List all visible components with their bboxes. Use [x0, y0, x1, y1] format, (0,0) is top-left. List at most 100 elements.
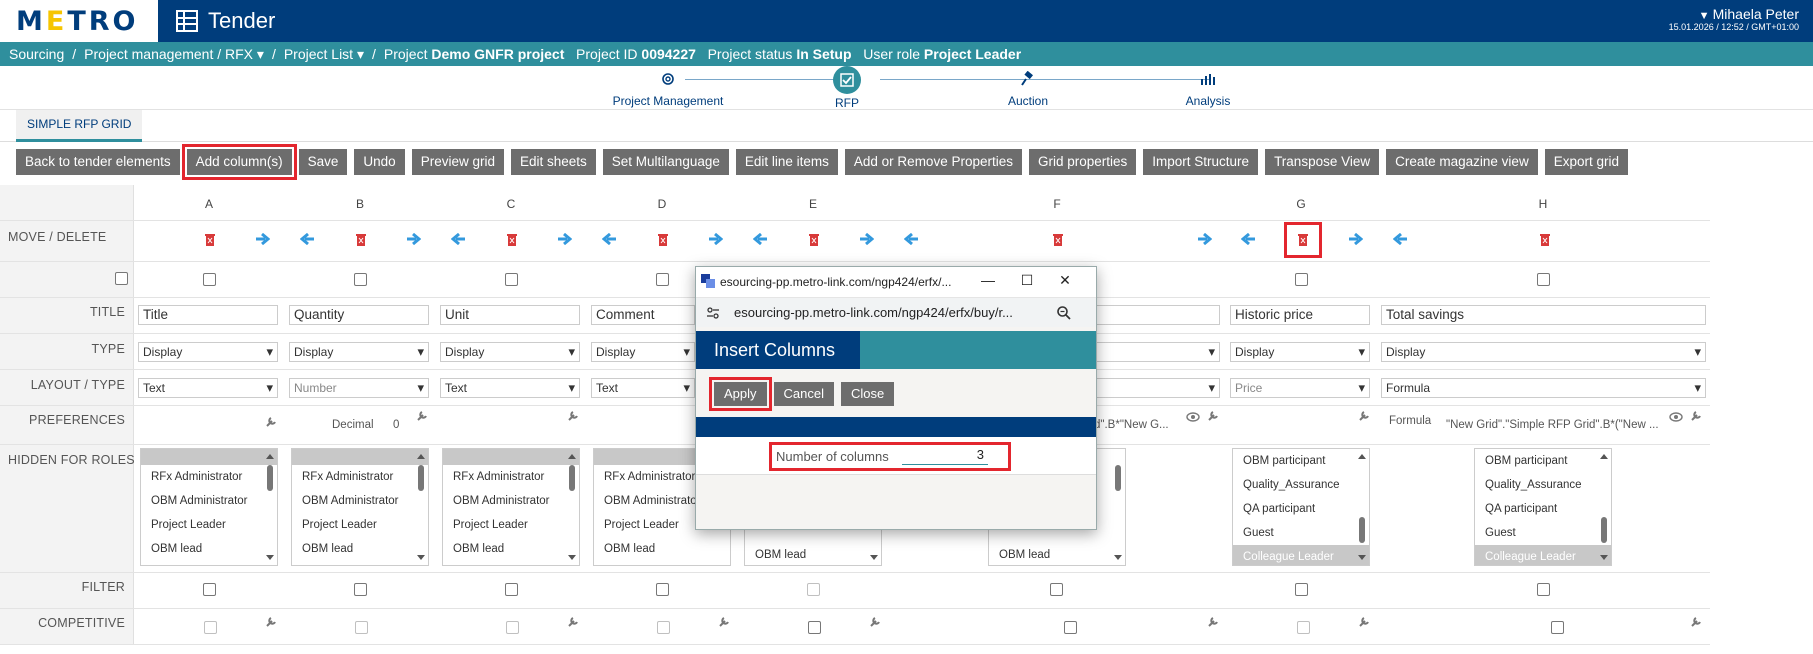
close-window-icon[interactable]: ✕ [1054, 272, 1076, 289]
minimize-icon[interactable]: — [977, 272, 999, 288]
undo-button[interactable]: Undo [354, 149, 405, 175]
import-structure-button[interactable]: Import Structure [1143, 149, 1259, 175]
popup-titlebar[interactable]: esourcing-pp.metro-link.com/ngp424/erfx/… [696, 267, 1096, 297]
popup-url[interactable]: esourcing-pp.metro-link.com/ngp424/erfx/… [734, 305, 1013, 320]
title-input-g[interactable]: Historic price [1230, 305, 1370, 325]
move-right-f-icon[interactable] [1198, 233, 1212, 245]
add-columns-button[interactable]: Add column(s) [181, 144, 297, 180]
filter-checkbox[interactable] [807, 583, 820, 596]
create-magazine-view-button[interactable]: Create magazine view [1386, 149, 1538, 175]
zoom-icon[interactable] [1056, 305, 1072, 321]
tab-simple-rfp-grid[interactable]: SIMPLE RFP GRID [16, 110, 143, 142]
wrench-icon[interactable] [869, 616, 881, 628]
list-item[interactable]: Guest [1475, 521, 1611, 545]
roles-listbox-a[interactable]: RFx Administrator OBM Administrator Proj… [140, 448, 278, 566]
competitive-checkbox[interactable] [808, 621, 821, 634]
grid-properties-button[interactable]: Grid properties [1028, 149, 1137, 175]
delete-column-h-icon[interactable] [1539, 232, 1551, 246]
save-button[interactable]: Save [298, 149, 348, 175]
list-item[interactable]: Quality_Assurance [1475, 473, 1611, 497]
move-right-c-icon[interactable] [558, 233, 572, 245]
wrench-icon[interactable] [1358, 616, 1370, 628]
step-project-management[interactable]: Project Management [598, 66, 738, 108]
competitive-checkbox[interactable] [204, 621, 217, 634]
column-select-checkbox[interactable] [1537, 273, 1550, 286]
scrollbar[interactable] [1357, 453, 1367, 561]
roles-listbox-h[interactable]: OBM participant Quality_Assurance QA par… [1474, 448, 1612, 566]
list-item[interactable]: OBM Administrator [141, 489, 277, 513]
type-select-h[interactable]: Display [1381, 342, 1706, 362]
formula-h-value[interactable]: "New Grid"."Simple RFP Grid".B*("New ... [1446, 419, 1659, 431]
delete-column-b-icon[interactable] [355, 232, 367, 246]
list-item[interactable]: Quality_Assurance [1233, 473, 1369, 497]
list-item[interactable]: OBM lead [745, 543, 881, 565]
list-item[interactable]: OBM lead [594, 537, 730, 561]
decimal-value[interactable]: 0 [393, 419, 399, 431]
layout-select-c[interactable]: Text [440, 378, 580, 398]
user-name[interactable]: Mihaela Peter [1669, 6, 1799, 22]
type-select-d[interactable]: Display [591, 342, 695, 362]
user-menu[interactable]: Mihaela Peter 15.01.2026 / 12:52 / GMT+0… [1669, 6, 1799, 32]
cancel-button[interactable]: Cancel [773, 382, 834, 406]
list-item[interactable] [292, 449, 428, 465]
title-input-d[interactable]: Comment [591, 305, 695, 325]
list-item[interactable]: RFx Administrator [292, 465, 428, 489]
scrollbar[interactable] [567, 453, 577, 561]
list-item[interactable]: QA participant [1233, 497, 1369, 521]
wrench-icon[interactable] [265, 616, 277, 628]
move-left-f-icon[interactable] [904, 233, 918, 245]
wrench-icon[interactable] [1358, 410, 1370, 422]
column-select-checkbox[interactable] [1295, 273, 1308, 286]
list-item[interactable] [443, 449, 579, 465]
edit-line-items-button[interactable]: Edit line items [735, 149, 838, 175]
filter-checkbox[interactable] [1295, 583, 1308, 596]
filter-checkbox[interactable] [1537, 583, 1550, 596]
move-right-g-icon[interactable] [1349, 233, 1363, 245]
wrench-icon[interactable] [265, 416, 277, 428]
list-item[interactable]: OBM lead [292, 537, 428, 561]
wrench-icon[interactable] [1207, 616, 1219, 628]
list-item[interactable]: Colleague Leader [1233, 545, 1369, 565]
column-select-checkbox[interactable] [354, 273, 367, 286]
wrench-icon[interactable] [1690, 410, 1702, 422]
wrench-icon[interactable] [1690, 616, 1702, 628]
filter-checkbox[interactable] [505, 583, 518, 596]
roles-listbox-b[interactable]: RFx Administrator OBM Administrator Proj… [291, 448, 429, 566]
list-item[interactable]: Project Leader [141, 513, 277, 537]
title-input-h[interactable]: Total savings [1381, 305, 1706, 325]
layout-select-h[interactable]: Formula [1381, 378, 1706, 398]
list-item[interactable]: RFx Administrator [443, 465, 579, 489]
delete-column-a-icon[interactable] [204, 232, 216, 246]
add-remove-properties-button[interactable]: Add or Remove Properties [844, 149, 1022, 175]
crumb-sourcing[interactable]: Sourcing [9, 46, 64, 62]
preview-grid-button[interactable]: Preview grid [411, 149, 504, 175]
competitive-checkbox[interactable] [1064, 621, 1077, 634]
list-item[interactable]: OBM lead [443, 537, 579, 561]
list-item[interactable]: Project Leader [443, 513, 579, 537]
eye-icon[interactable] [1669, 412, 1683, 422]
move-left-h-icon[interactable] [1393, 233, 1407, 245]
filter-checkbox[interactable] [354, 583, 367, 596]
step-analysis[interactable]: Analysis [1138, 66, 1278, 108]
competitive-checkbox[interactable] [506, 621, 519, 634]
list-item[interactable]: OBM participant [1233, 449, 1369, 473]
step-rfp[interactable]: RFP [777, 66, 917, 110]
move-left-e-icon[interactable] [753, 233, 767, 245]
scrollbar[interactable] [265, 453, 275, 561]
title-input-f[interactable] [1096, 305, 1220, 325]
type-select-a[interactable]: Display [138, 342, 278, 362]
competitive-checkbox[interactable] [657, 621, 670, 634]
title-input-a[interactable]: Title [138, 305, 278, 325]
roles-listbox-c[interactable]: RFx Administrator OBM Administrator Proj… [442, 448, 580, 566]
competitive-checkbox[interactable] [1297, 621, 1310, 634]
competitive-checkbox[interactable] [355, 621, 368, 634]
type-select-b[interactable]: Display [289, 342, 429, 362]
list-item[interactable]: Guest [1233, 521, 1369, 545]
number-of-columns-input[interactable]: 3 [902, 447, 988, 465]
filter-checkbox[interactable] [203, 583, 216, 596]
column-select-checkbox[interactable] [656, 273, 669, 286]
apply-button[interactable]: Apply [709, 377, 772, 411]
wrench-icon[interactable] [416, 410, 428, 422]
transpose-view-button[interactable]: Transpose View [1265, 149, 1380, 175]
wrench-icon[interactable] [1207, 410, 1219, 422]
